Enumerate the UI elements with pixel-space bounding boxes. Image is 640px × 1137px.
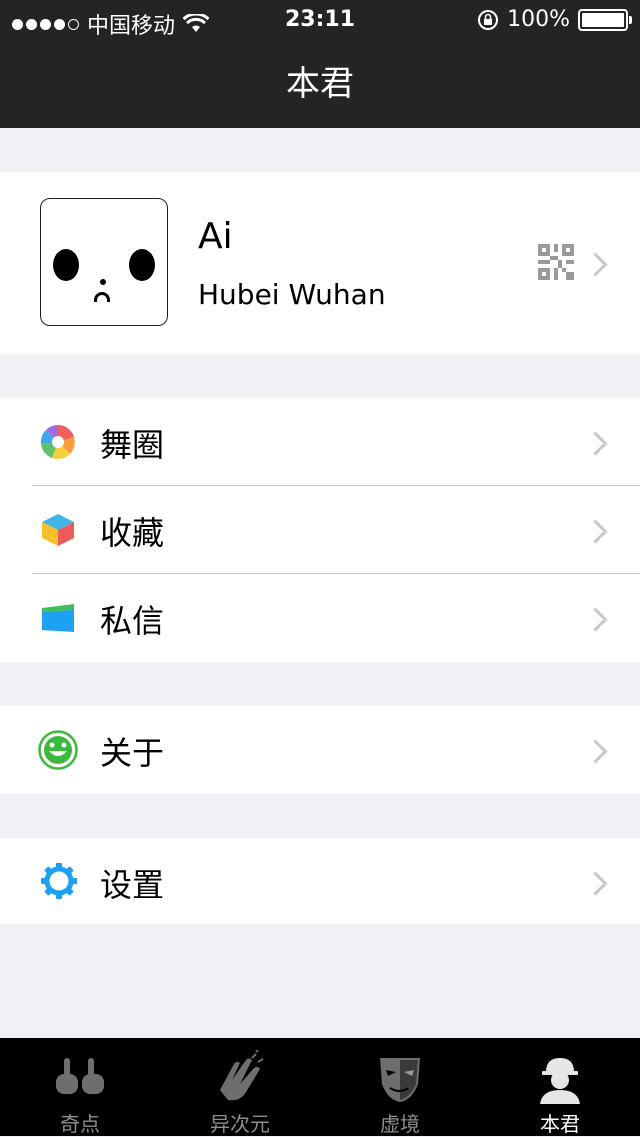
profile-name: Ai xyxy=(198,216,233,257)
tab-bar: 奇点 异次元 虚境 本君 xyxy=(0,1038,640,1136)
battery-icon xyxy=(578,8,632,31)
menu-item-label: 收藏 xyxy=(100,514,165,552)
nav-title: 本君 xyxy=(0,40,640,128)
menu-item-label: 关于 xyxy=(100,734,165,772)
chevron-right-icon xyxy=(583,739,608,764)
menu-group-settings: 设置 xyxy=(0,838,640,924)
menu-item-label: 舞圈 xyxy=(100,426,165,464)
tab-other-dimension[interactable]: 异次元 xyxy=(160,1038,320,1136)
smile-icon xyxy=(38,730,78,770)
status-right: 100% xyxy=(477,7,632,32)
menu-item-label: 设置 xyxy=(100,866,165,904)
cube-icon xyxy=(42,514,74,546)
chevron-right-icon xyxy=(583,871,608,896)
tab-label: 本君 xyxy=(540,1112,580,1136)
status-bar: 中国移动 23:11 100% xyxy=(0,0,640,40)
gear-icon xyxy=(41,863,77,899)
menu-item-dance-circle[interactable]: 舞圈 xyxy=(0,398,640,486)
menu-item-settings[interactable]: 设置 xyxy=(0,838,640,926)
chevron-right-icon xyxy=(583,607,608,632)
worker-icon xyxy=(540,1058,580,1104)
menu-item-favorites[interactable]: 收藏 xyxy=(0,486,640,574)
menu-group: 舞圈 收藏 私信 xyxy=(0,398,640,662)
tab-virtual-realm[interactable]: 虚境 xyxy=(320,1038,480,1136)
tab-label: 奇点 xyxy=(60,1112,100,1136)
menu-item-messages[interactable]: 私信 xyxy=(0,574,640,662)
menu-item-label: 私信 xyxy=(100,602,165,640)
card-icon xyxy=(42,604,74,632)
hands-icon xyxy=(56,1058,104,1094)
mask-icon xyxy=(380,1058,420,1102)
avatar[interactable] xyxy=(40,198,168,326)
battery-percent: 100% xyxy=(507,7,570,32)
aperture-icon xyxy=(40,425,75,460)
rotation-lock-icon xyxy=(478,9,499,30)
chevron-right-icon xyxy=(583,252,608,277)
menu-item-about[interactable]: 关于 xyxy=(0,706,640,794)
menu-group-about: 关于 xyxy=(0,706,640,794)
tab-me[interactable]: 本君 xyxy=(480,1038,640,1136)
chevron-right-icon xyxy=(583,519,608,544)
clap-icon xyxy=(220,1050,264,1101)
profile-location: Hubei Wuhan xyxy=(198,278,386,311)
tab-singularity[interactable]: 奇点 xyxy=(0,1038,160,1136)
qr-code-icon[interactable] xyxy=(538,244,574,280)
chevron-right-icon xyxy=(583,431,608,456)
tab-label: 异次元 xyxy=(210,1112,270,1136)
profile-card[interactable]: Ai Hubei Wuhan xyxy=(0,172,640,354)
tab-label: 虚境 xyxy=(380,1112,420,1136)
